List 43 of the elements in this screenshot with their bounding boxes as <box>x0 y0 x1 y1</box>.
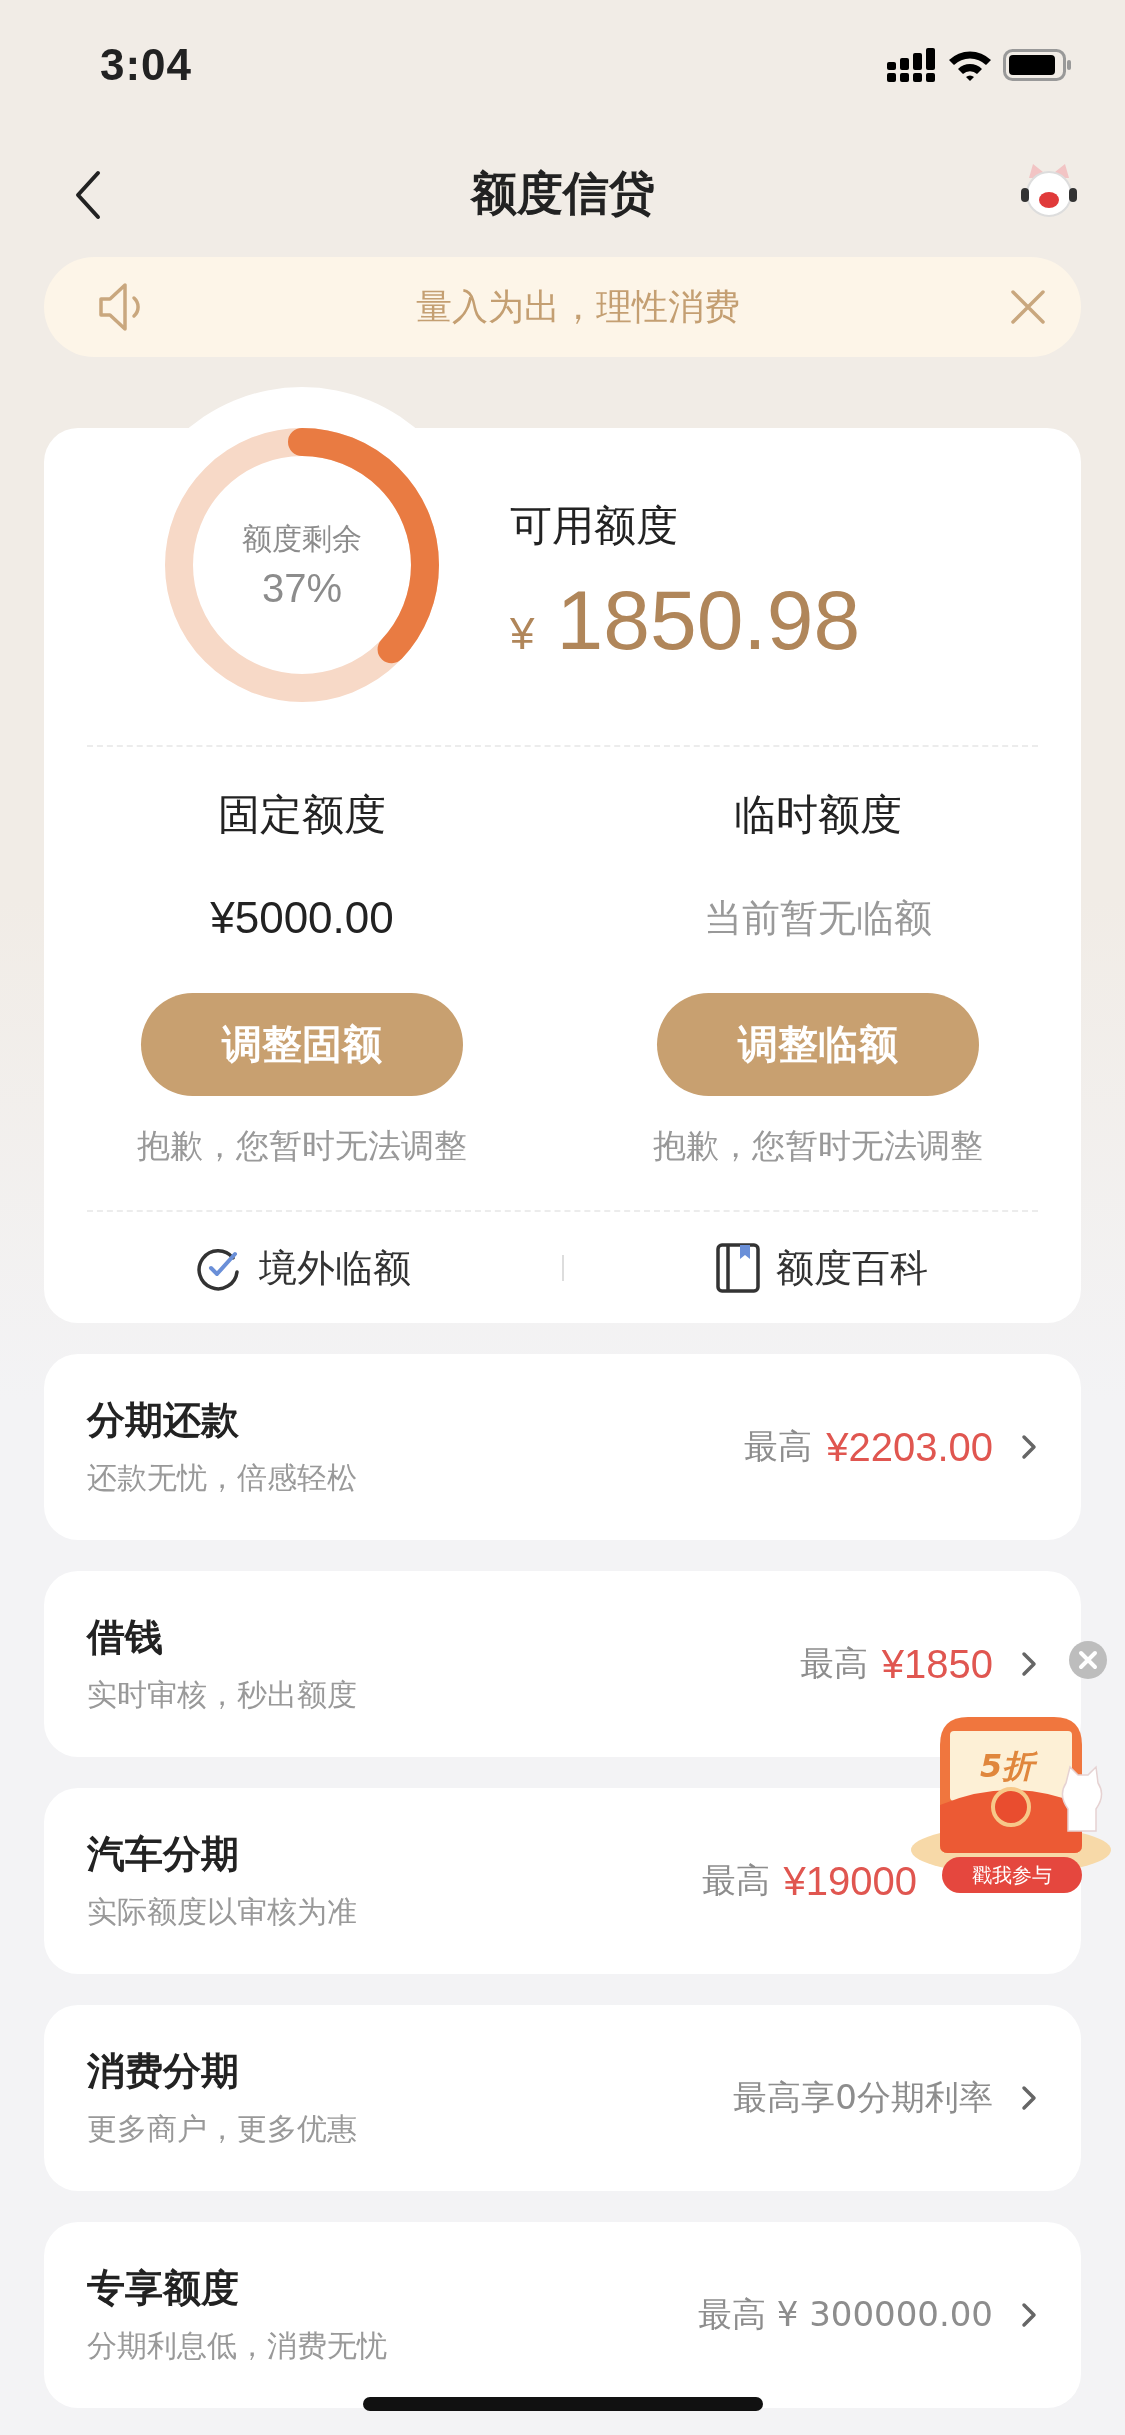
ring-label: 额度剩余 <box>242 520 362 558</box>
page-title: 额度信贷 <box>470 164 655 222</box>
limit-title: 临时额度 <box>734 789 902 841</box>
product-title: 汽车分期 <box>87 1831 240 1878</box>
product-amount: ¥2203.00 <box>826 1424 993 1470</box>
battery-icon <box>1003 48 1073 82</box>
limit-note: 抱歉，您暂时无法调整 <box>653 1125 983 1167</box>
product-title: 消费分期 <box>87 2048 240 2095</box>
product-prefix: 最高 <box>701 1859 770 1902</box>
limit-title: 固定额度 <box>218 789 386 841</box>
product-subtitle: 实时审核，秒出额度 <box>87 1676 357 1714</box>
currency-symbol: ¥ <box>510 609 535 659</box>
back-icon[interactable] <box>74 170 102 220</box>
join-button[interactable]: 戳我参与 <box>942 1857 1082 1893</box>
product-card[interactable]: 分期还款 还款无忧，倍感轻松 最高 ¥2203.00 <box>44 1354 1081 1540</box>
product-subtitle: 还款无忧，倍感轻松 <box>87 1459 357 1497</box>
available-label: 可用额度 <box>510 500 679 552</box>
limit-value: ¥5000.00 <box>210 893 394 944</box>
product-subtitle: 实际额度以审核为准 <box>87 1893 357 1931</box>
product-title: 借钱 <box>87 1614 164 1661</box>
product-title: 专享额度 <box>87 2265 240 2312</box>
signal-icon <box>887 48 937 82</box>
product-amount: ¥19000 <box>783 1858 917 1904</box>
product-card[interactable]: 消费分期 更多商户，更多优惠 最高享0分期利率 <box>44 2005 1081 2191</box>
product-prefix: 最高 <box>799 1642 868 1685</box>
product-amount: ¥1850 <box>881 1641 993 1687</box>
status-time: 3:04 <box>100 40 193 90</box>
product-subtitle: 分期利息低，消费无忧 <box>87 2327 387 2365</box>
product-subtitle: 更多商户，更多优惠 <box>87 2110 357 2148</box>
link-label[interactable]: 境外临额 <box>258 1242 411 1294</box>
product-title: 分期还款 <box>87 1397 240 1444</box>
wifi-icon <box>947 48 993 82</box>
link-label[interactable]: 额度百科 <box>776 1242 929 1294</box>
product-prefix: 最高 ¥ 300000.00 <box>697 2293 993 2336</box>
limit-value: 当前暂无临额 <box>704 895 932 942</box>
product-prefix: 最高 <box>744 1425 813 1468</box>
product-prefix: 最高享0分期利率 <box>733 2076 993 2119</box>
limit-note: 抱歉，您暂时无法调整 <box>137 1125 467 1167</box>
ring-value: 37% <box>261 566 343 611</box>
notice-text: 量入为出，理性消费 <box>414 284 741 329</box>
available-amount: 1850.98 <box>556 572 861 669</box>
product-card[interactable]: 专享额度 分期利息低，消费无忧 最高 ¥ 300000.00 <box>44 2222 1081 2408</box>
book-icon <box>716 1243 761 1293</box>
